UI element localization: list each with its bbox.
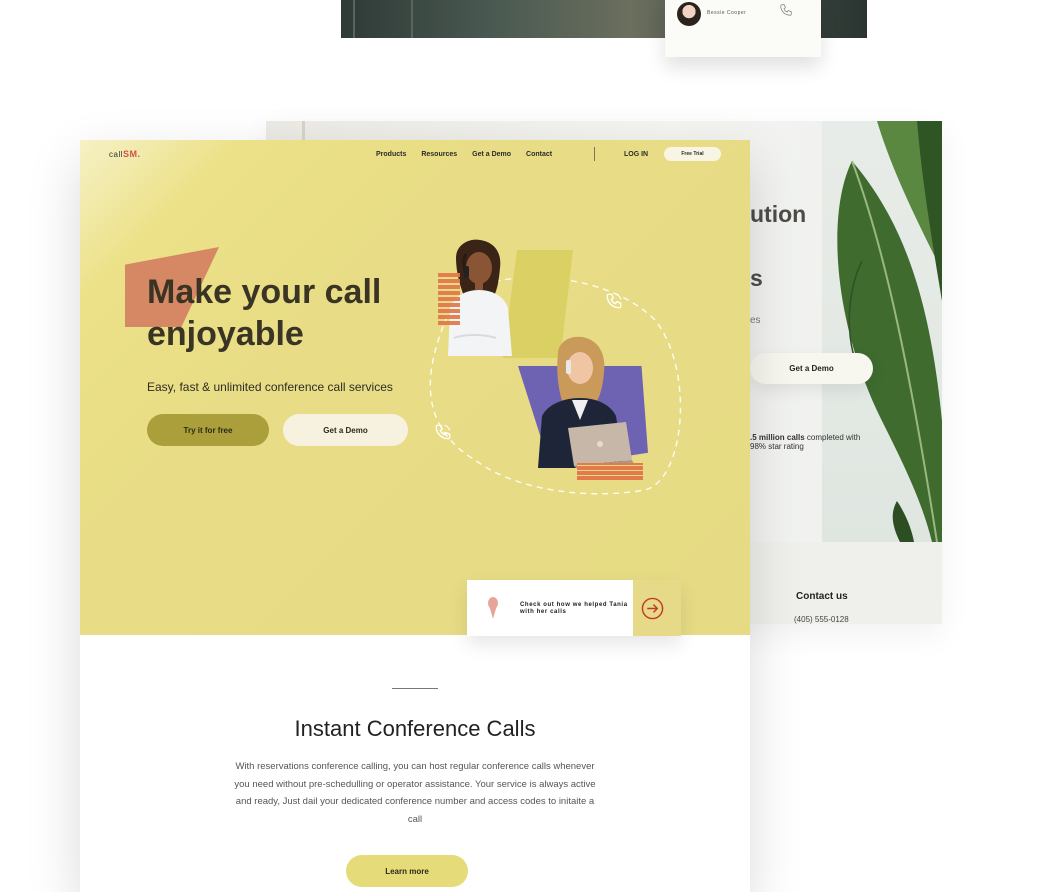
hero-headline-line2: enjoyable	[147, 315, 304, 353]
logo-prefix: call	[109, 150, 124, 159]
hero-headline-line1: Make your call	[147, 273, 382, 311]
arrow-right-icon[interactable]	[641, 597, 664, 620]
back-photo-frame	[302, 121, 602, 141]
ice-cream-icon	[488, 597, 498, 619]
orange-grid-pattern-2	[577, 463, 643, 481]
back-heading-partial-2: s	[750, 265, 763, 291]
section-title: Instant Conference Calls	[294, 716, 536, 741]
free-trial-button[interactable]: Free Trial	[664, 147, 721, 161]
main-nav: Products Resources Get a Demo Contact	[376, 151, 552, 158]
section-body: With reservations conference calling, yo…	[234, 761, 596, 825]
plant-leaf-image	[822, 121, 942, 543]
leaf-icon	[837, 121, 942, 543]
get-demo-button[interactable]: Get a Demo	[283, 414, 408, 446]
hero-subtitle: Easy, fast & unlimited conference call s…	[147, 380, 393, 394]
back-subtitle-partial: es	[750, 315, 761, 326]
orange-grid-pattern	[438, 272, 460, 327]
phone-icon	[606, 293, 622, 309]
phone-icon	[435, 424, 451, 440]
back-stat: .5 million calls completed with 98% star…	[750, 433, 880, 451]
learn-more-button[interactable]: Learn more	[346, 855, 468, 887]
nav-get-a-demo[interactable]: Get a Demo	[472, 151, 511, 158]
back-stat-line2: 98% star rating	[750, 442, 804, 451]
case-study-card[interactable]: Check out how we helped Tania with her c…	[467, 580, 681, 636]
contact-card[interactable]: Bessie Cooper	[665, 0, 821, 57]
case-study-text: Check out how we helped Tania with her c…	[520, 602, 628, 615]
woman-with-laptop-image	[538, 336, 634, 468]
logo[interactable]: callSM.	[109, 149, 141, 159]
back-stat-bold: .5 million calls	[750, 433, 805, 442]
back-contact-title: Contact us	[796, 591, 848, 602]
phone-icon[interactable]	[779, 2, 793, 18]
nav-contact[interactable]: Contact	[526, 151, 552, 158]
front-page-preview: callSM. Products Resources Get a Demo Co…	[80, 140, 750, 892]
try-free-button[interactable]: Try it for free	[147, 414, 269, 446]
logo-suffix: SM.	[123, 149, 141, 159]
contact-name: Bessie Cooper	[707, 10, 747, 16]
hero-section: callSM. Products Resources Get a Demo Co…	[80, 140, 750, 635]
nav-divider	[594, 147, 595, 161]
nav-products[interactable]: Products	[376, 151, 406, 158]
nav-resources[interactable]: Resources	[421, 151, 457, 158]
section-divider	[392, 688, 438, 689]
back-get-demo-button[interactable]: Get a Demo	[750, 353, 873, 384]
login-link[interactable]: LOG IN	[624, 151, 648, 158]
back-heading-partial: ution	[750, 201, 807, 227]
canvas: Bessie Cooper ution s es Get a Demo .5 m…	[0, 0, 1046, 892]
photo-door-frame	[353, 0, 413, 38]
hero-headline: Make your call enjoyable	[147, 271, 381, 355]
avatar	[677, 2, 701, 26]
back-stat-rest: completed with	[804, 433, 861, 442]
back-contact-phone: (405) 555-0128	[794, 615, 849, 624]
